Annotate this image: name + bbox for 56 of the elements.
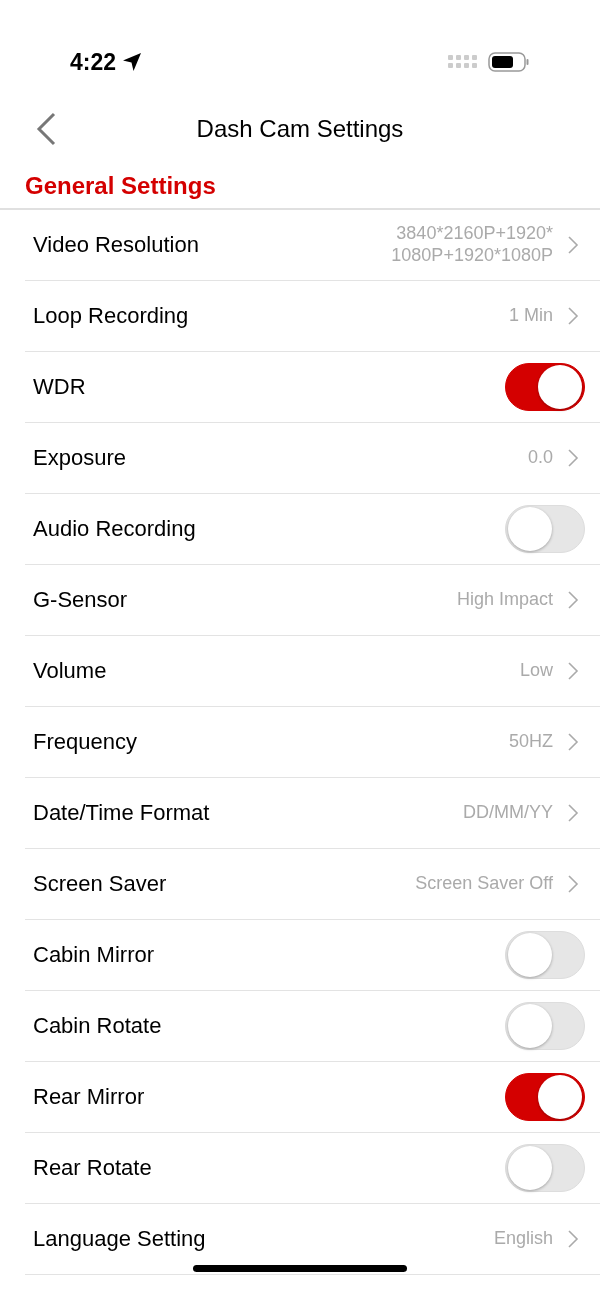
settings-row[interactable]: WDR — [25, 352, 600, 423]
setting-value: 50HZ — [509, 731, 553, 753]
setting-value: DD/MM/YY — [463, 802, 553, 824]
setting-label: Language Setting — [33, 1226, 207, 1252]
setting-label: Loop Recording — [33, 303, 190, 329]
setting-value: 0.0 — [527, 447, 553, 469]
setting-label: Cabin Rotate — [33, 1013, 163, 1039]
settings-row[interactable]: Cabin Rotate — [25, 991, 600, 1062]
settings-row[interactable]: Rear Rotate — [25, 1133, 600, 1204]
settings-row[interactable]: Video Resolution 3840*2160P+1920* 1080P+1920*1080P — [25, 210, 600, 281]
setting-label: Frequency — [33, 729, 138, 755]
setting-label: Rear Rotate — [33, 1155, 153, 1181]
chevron-icon — [567, 874, 579, 894]
setting-label: Date/Time Format — [33, 800, 211, 826]
chevron-icon — [567, 590, 579, 610]
settings-row[interactable]: Screen Saver Screen Saver Off — [25, 849, 600, 920]
battery-icon — [488, 52, 530, 72]
settings-row[interactable]: Frequency 50HZ — [25, 707, 600, 778]
setting-label: WDR — [33, 374, 87, 400]
setting-value: High Impact — [456, 589, 553, 611]
settings-row[interactable]: Audio Recording — [25, 494, 600, 565]
setting-label: G-Sensor — [33, 587, 129, 613]
settings-row[interactable]: Exposure 0.0 — [25, 423, 600, 494]
settings-row[interactable]: Loop Recording 1 Min — [25, 281, 600, 352]
location-arrow-icon — [122, 52, 143, 72]
chevron-icon — [567, 306, 579, 326]
setting-value: 1 Min — [509, 305, 553, 327]
setting-value: Screen Saver Off — [415, 873, 553, 895]
chevron-icon — [567, 448, 579, 468]
setting-value: English — [493, 1228, 553, 1250]
setting-label: Audio Recording — [33, 516, 197, 542]
setting-label: Rear Mirror — [33, 1084, 146, 1110]
setting-value: 3840*2160P+1920* 1080P+1920*1080P — [391, 223, 553, 267]
setting-label: Volume — [33, 658, 108, 684]
section-title: General Settings — [0, 164, 600, 210]
settings-row[interactable]: Rear Mirror — [25, 1062, 600, 1133]
setting-label: Cabin Mirror — [33, 942, 156, 968]
page-title: Dash Cam Settings — [196, 115, 404, 143]
settings-row[interactable]: G-Sensor High Impact — [25, 565, 600, 636]
toggle-switch[interactable] — [505, 363, 585, 411]
setting-label: Video Resolution — [33, 232, 200, 258]
chevron-icon — [567, 732, 579, 752]
chevron-icon — [567, 803, 579, 823]
status-time: 4:22 — [70, 48, 117, 76]
settings-row[interactable]: Volume Low — [25, 636, 600, 707]
settings-row[interactable]: Date/Time Format DD/MM/YY — [25, 778, 600, 849]
back-icon[interactable] — [35, 112, 57, 146]
signal-icon — [448, 55, 478, 69]
chevron-icon — [567, 661, 579, 681]
toggle-switch[interactable] — [505, 1073, 585, 1121]
chevron-icon — [567, 235, 579, 255]
chevron-icon — [567, 1229, 579, 1249]
settings-row[interactable]: Cabin Mirror — [25, 920, 600, 991]
setting-label: Exposure — [33, 445, 127, 471]
setting-value: Low — [519, 660, 553, 682]
setting-label: Screen Saver — [33, 871, 168, 897]
